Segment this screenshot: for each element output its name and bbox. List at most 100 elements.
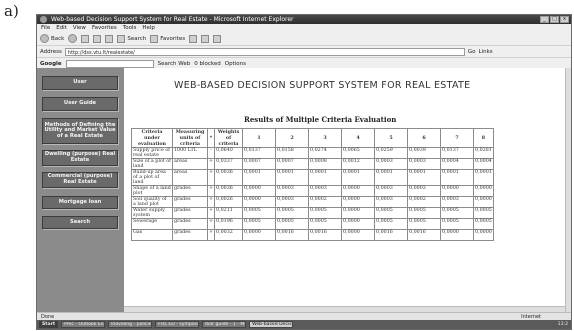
favorites-label: Favorites [160,35,186,42]
google-search-input[interactable] [65,59,154,68]
value-cell: 0,0005 [242,218,277,230]
value-cell: 0,0004 [473,158,494,170]
value-cell: 0,0007 [242,158,277,170]
col-criteria: Criteria under evaluation [131,128,173,148]
unit-cell: areas [172,158,208,170]
table-row: Size of a plot of land areas +0,0337 0,0007… [131,158,494,170]
value-cell: 0,0000 [341,185,376,197]
value-cell: 0,0281 [473,147,494,159]
value-cell: 0,0007 [275,158,310,170]
home-icon[interactable] [105,34,114,43]
value-cell: 0,0003 [374,196,409,208]
nav-methods[interactable]: Methods of Defining the Utility and Mark… [42,118,118,144]
google-options-button[interactable]: Options [225,61,246,67]
nav-search[interactable]: Search [42,216,118,229]
value-cell: 0,0005 [440,207,475,219]
search-button[interactable]: Search [117,34,146,43]
favorites-button[interactable]: Favorites [150,34,186,43]
close-button[interactable]: x [560,16,569,23]
value-cell: 0,0016 [407,229,442,241]
address-bar: Address http://dss.vtu.lt/realestate/ Go… [37,46,571,58]
value-cell: 0,0001 [308,169,343,186]
col-alt-8: 8 [473,128,494,148]
status-bar: Done Internet [37,312,571,320]
address-input[interactable]: http://dss.vtu.lt/realestate/ [64,47,465,56]
menu-view[interactable]: View [73,24,86,32]
go-button[interactable]: Go [468,49,476,55]
google-search-button[interactable]: Search Web [158,61,191,67]
nav-user-guide[interactable]: User Guide [42,97,118,111]
links-label[interactable]: Links [479,49,493,55]
value-cell: 0,0065 [341,147,376,159]
col-alt-6: 6 [407,128,442,148]
search-icon [117,34,126,43]
nav-dwelling[interactable]: Dwelling (purpose) Real Estate [42,150,118,166]
value-cell: 0,0005 [407,218,442,230]
menu-tools[interactable]: Tools [123,24,137,32]
value-cell: 0,0003 [407,185,442,197]
forward-arrow-icon[interactable] [68,34,78,43]
value-cell: 0,0005 [440,218,475,230]
sign-cell: + [206,196,216,208]
maximize-button[interactable]: □ [550,16,559,23]
weight-cell: 0,0196 [214,218,244,230]
value-cell: 0,0000 [242,229,277,241]
unit-cell: grades [172,196,208,208]
back-button[interactable]: Back [40,34,64,43]
nav-commercial[interactable]: Commercial (purpose) Real Estate [42,172,118,188]
minimize-button[interactable]: _ [540,16,549,23]
table-body: Supply price of real estate 1000 LTL -0,06… [131,147,494,241]
taskbar-item-symposium[interactable]: FOL ED - symposium [155,321,200,328]
print-icon[interactable] [213,34,222,43]
nav-mortgage-loan[interactable]: Mortgage loan [42,196,118,209]
refresh-icon[interactable] [93,34,102,43]
value-cell: 0,0000 [440,229,475,241]
col-alt-2: 2 [275,128,310,148]
taskbar: Start Prec - Outlook Express Inovaling -… [37,320,571,329]
browser-window: Web-based Decision Support System for Re… [36,14,572,330]
stop-icon[interactable] [81,34,90,43]
table-row: Supply price of real estate 1000 LTL -0,06… [131,147,494,159]
sign-cell: + [206,218,216,230]
value-cell: 0,0003 [275,196,310,208]
sign-cell: - [206,147,216,159]
taskbar-item-web-dss[interactable]: Web-based Decisi... [249,321,294,328]
taskbar-item-outlook[interactable]: Prec - Outlook Express [61,321,106,328]
window-title: Web-based Decision Support System for Re… [51,16,294,23]
popup-blocked-label[interactable]: 0 blocked [194,61,221,67]
menu-help[interactable]: Help [142,24,155,32]
value-cell: 0,0001 [473,169,494,186]
vertical-scrollbar[interactable] [565,68,571,312]
value-cell: 0,0000 [473,185,494,197]
history-icon[interactable] [189,34,198,43]
mail-icon[interactable] [201,34,210,43]
unit-cell: grades [172,229,208,241]
value-cell: 0,0158 [275,147,310,159]
value-cell: 0,0005 [275,207,310,219]
value-cell: 0,0001 [341,169,376,186]
weight-cell: 0,0026 [214,196,244,208]
value-cell: 0,0000 [242,185,277,197]
criterion-cell: Gas [131,229,173,241]
unit-cell: grades [172,207,208,219]
value-cell: 0,0003 [275,185,310,197]
value-cell: 0,0005 [374,207,409,219]
sign-cell: + [206,229,216,241]
value-cell: 0,0005 [242,207,277,219]
value-cell: 0,0012 [341,158,376,170]
menu-file[interactable]: File [41,24,50,32]
nav-user[interactable]: User [42,76,118,90]
taskbar-item-guide[interactable]: Ibar guide - 1 - Mic... [202,321,247,328]
menu-favorites[interactable]: Favorites [92,24,117,32]
col-weights: Weights of criteria [214,128,244,148]
criterion-cell: Build-up area of a plot of land [131,169,173,186]
start-button[interactable]: Start [39,321,59,328]
value-cell: 0,0003 [440,196,475,208]
toolbar: Back Search Favorites [37,32,571,46]
taskbar-item-policies[interactable]: Inovaling - policies_br... [108,321,153,328]
title-bar: Web-based Decision Support System for Re… [37,15,571,24]
menu-edit[interactable]: Edit [56,24,67,32]
back-arrow-icon [40,34,49,43]
col-units: Measuring units of criteria [172,128,208,148]
col-alt-4: 4 [341,128,376,148]
